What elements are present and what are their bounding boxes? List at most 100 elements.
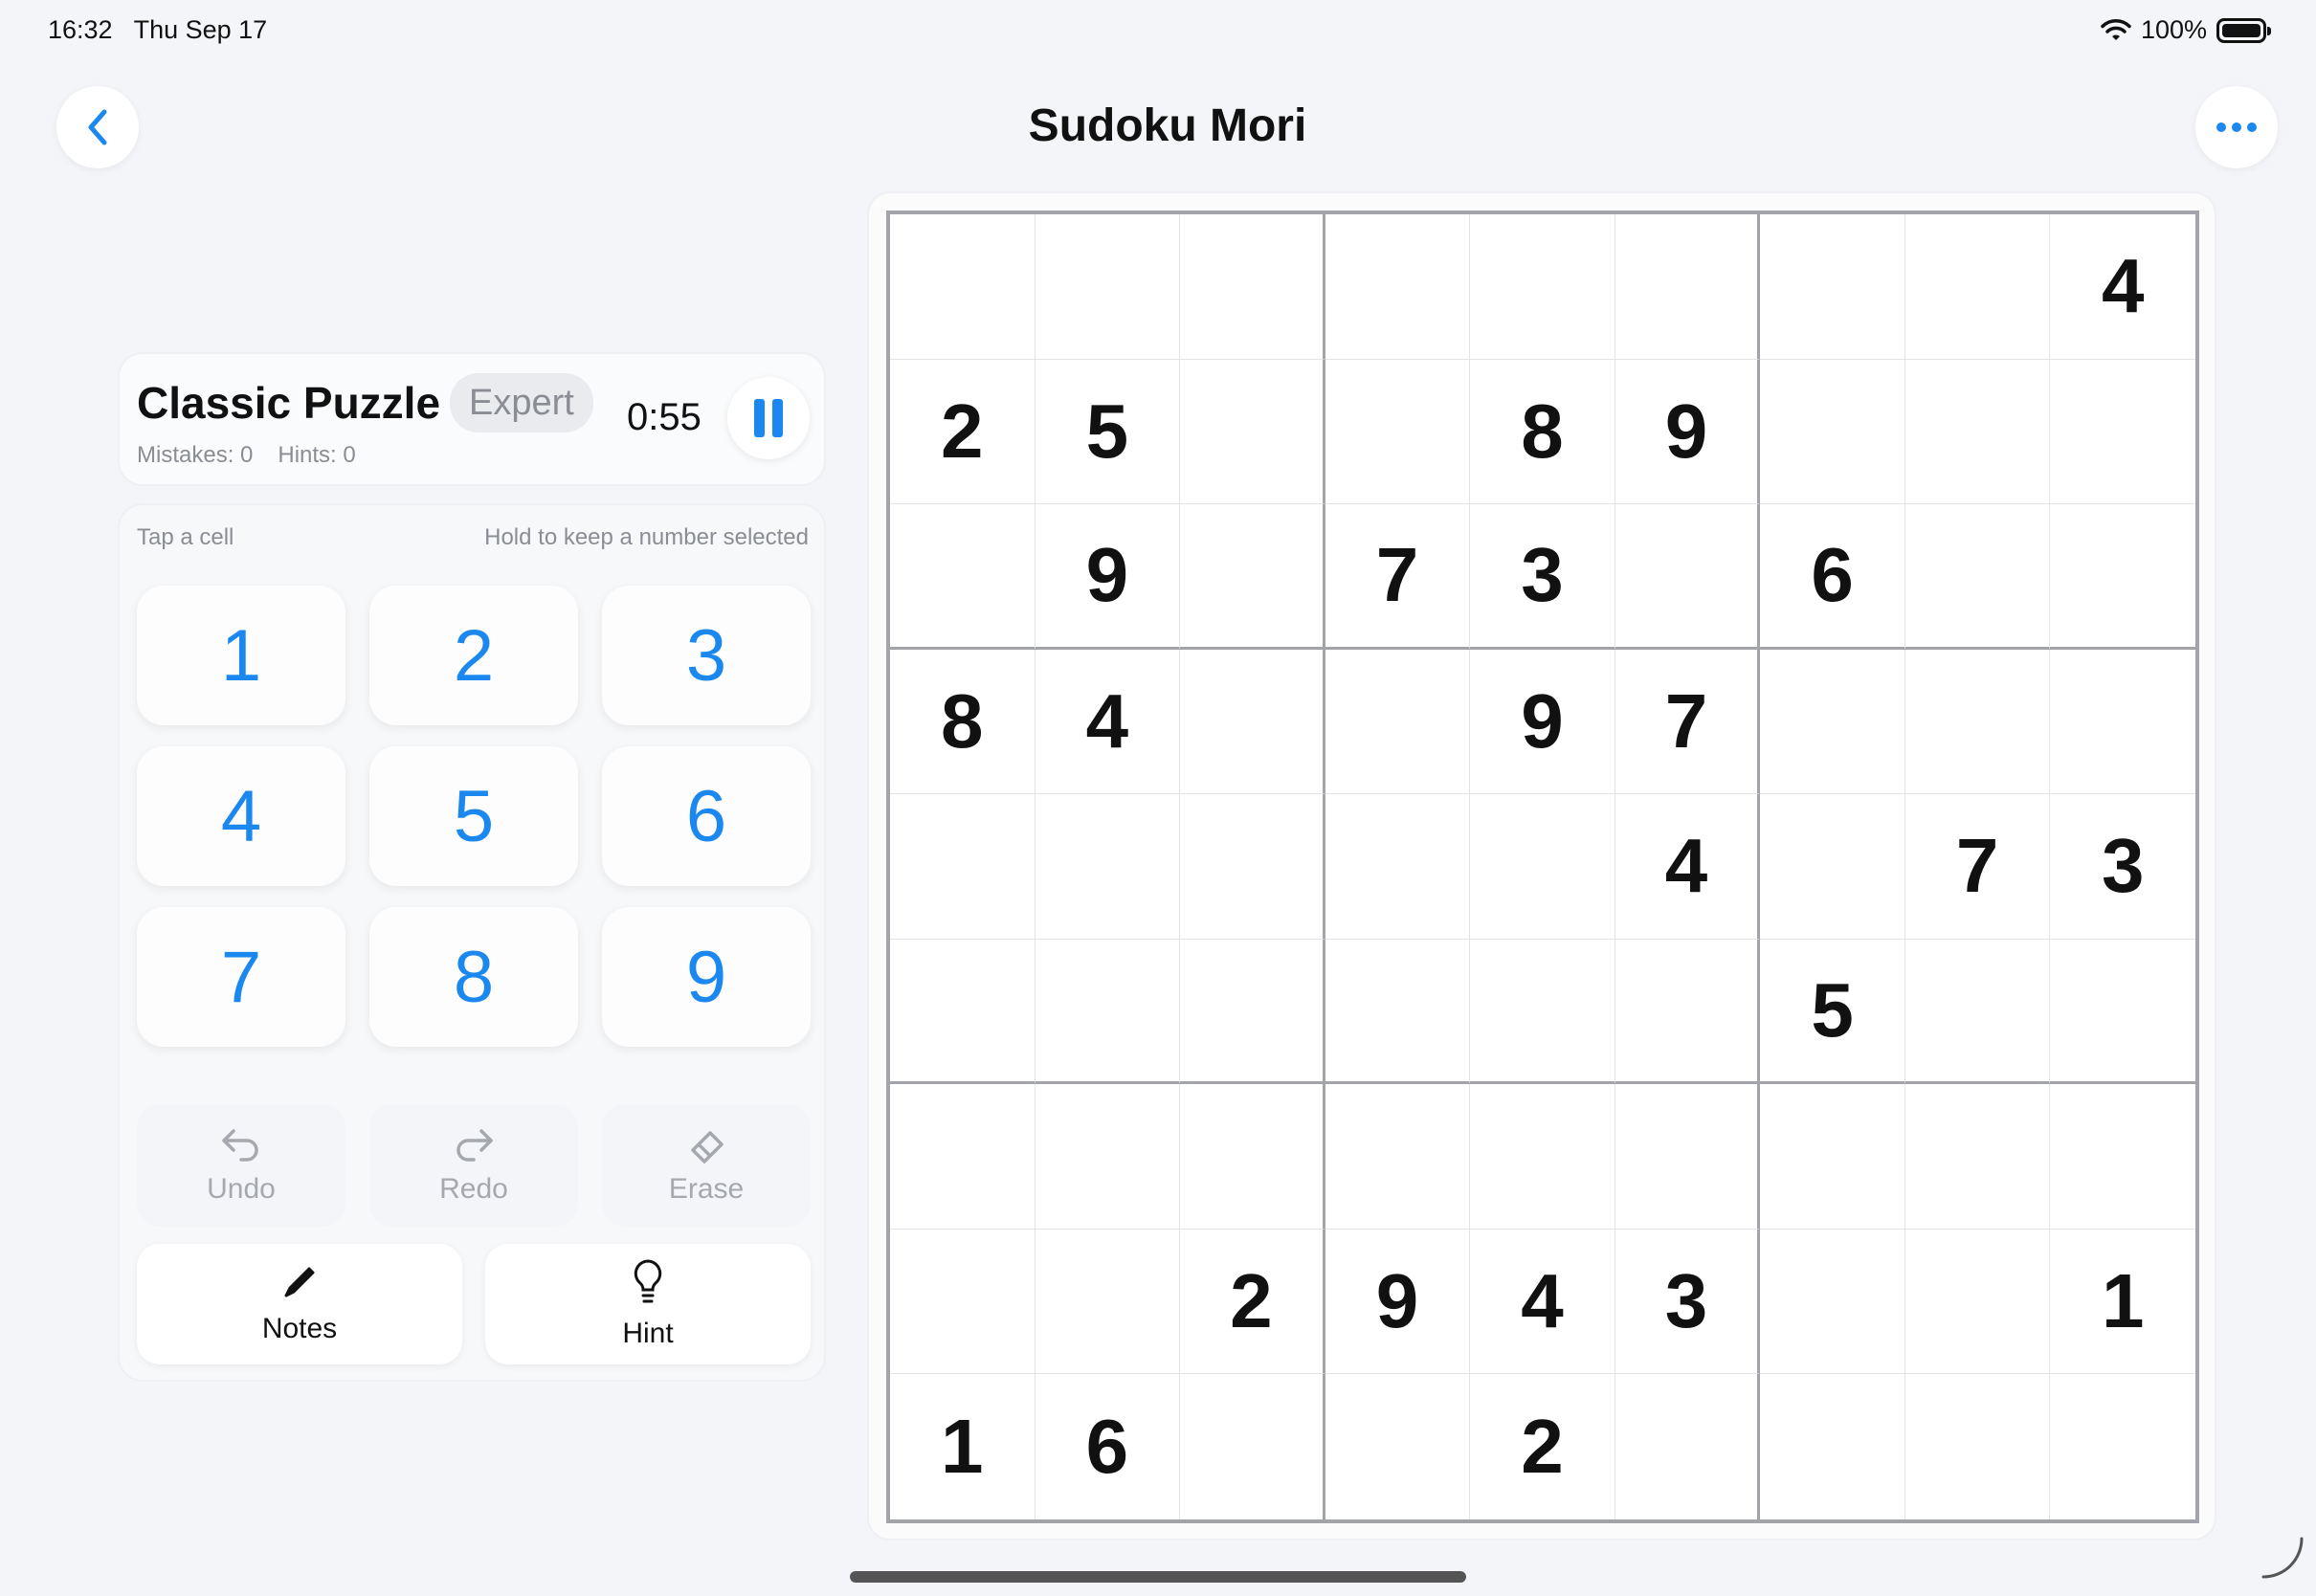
hint-button[interactable]: Hint	[485, 1244, 811, 1364]
sudoku-cell-r5c9[interactable]: 3	[2050, 794, 2195, 940]
sudoku-cell-r2c7[interactable]	[1760, 359, 1905, 505]
sudoku-cell-r6c5[interactable]	[1470, 939, 1615, 1085]
number-button-4[interactable]: 4	[137, 746, 345, 886]
sudoku-cell-r7c6[interactable]	[1615, 1084, 1761, 1230]
sudoku-cell-r9c1[interactable]: 1	[890, 1374, 1036, 1519]
sudoku-cell-r3c4[interactable]: 7	[1325, 504, 1471, 650]
sudoku-cell-r7c9[interactable]	[2050, 1084, 2195, 1230]
sudoku-cell-r8c8[interactable]	[1904, 1229, 2051, 1375]
sudoku-cell-r1c3[interactable]	[1180, 214, 1325, 360]
number-button-8[interactable]: 8	[369, 907, 578, 1047]
sudoku-cell-r1c4[interactable]	[1325, 214, 1471, 360]
sudoku-cell-r2c2[interactable]: 5	[1035, 359, 1181, 505]
sudoku-cell-r3c9[interactable]	[2050, 504, 2195, 650]
sudoku-cell-r2c1[interactable]: 2	[890, 359, 1036, 505]
sudoku-cell-r1c1[interactable]	[890, 214, 1036, 360]
number-button-1[interactable]: 1	[137, 586, 345, 725]
sudoku-cell-r4c7[interactable]	[1760, 649, 1905, 795]
sudoku-cell-r8c4[interactable]: 9	[1325, 1229, 1471, 1375]
sudoku-cell-r8c1[interactable]	[890, 1229, 1036, 1375]
sudoku-cell-r7c5[interactable]	[1470, 1084, 1615, 1230]
number-button-2[interactable]: 2	[369, 586, 578, 725]
more-options-button[interactable]	[2195, 86, 2278, 168]
sudoku-cell-r4c6[interactable]: 7	[1615, 649, 1761, 795]
sudoku-cell-r9c3[interactable]	[1180, 1374, 1325, 1519]
sudoku-cell-r7c1[interactable]	[890, 1084, 1036, 1230]
sudoku-cell-r4c1[interactable]: 8	[890, 649, 1036, 795]
sudoku-cell-r2c8[interactable]	[1904, 359, 2051, 505]
sudoku-cell-r4c8[interactable]	[1904, 649, 2051, 795]
sudoku-cell-r4c3[interactable]	[1180, 649, 1325, 795]
sudoku-cell-r6c9[interactable]	[2050, 940, 2195, 1085]
sudoku-cell-r8c3[interactable]: 2	[1180, 1229, 1325, 1375]
sudoku-cell-r7c2[interactable]	[1035, 1084, 1181, 1230]
sudoku-cell-r6c1[interactable]	[890, 939, 1036, 1085]
sudoku-cell-r4c5[interactable]: 9	[1470, 649, 1615, 795]
sudoku-cell-r8c5[interactable]: 4	[1470, 1229, 1615, 1375]
sudoku-cell-r6c8[interactable]	[1904, 939, 2051, 1085]
sudoku-cell-r5c6[interactable]: 4	[1615, 794, 1761, 940]
sudoku-cell-r5c2[interactable]	[1035, 794, 1181, 940]
number-button-7[interactable]: 7	[137, 907, 345, 1047]
sudoku-cell-r4c2[interactable]: 4	[1035, 649, 1181, 795]
number-button-9[interactable]: 9	[602, 907, 811, 1047]
sudoku-cell-r1c5[interactable]	[1470, 214, 1615, 360]
sudoku-cell-r3c6[interactable]	[1615, 504, 1761, 650]
sudoku-cell-r6c6[interactable]	[1615, 939, 1761, 1085]
sudoku-cell-r1c8[interactable]	[1904, 214, 2051, 360]
sudoku-cell-r7c8[interactable]	[1904, 1084, 2051, 1230]
sudoku-cell-r8c9[interactable]: 1	[2050, 1230, 2195, 1375]
sudoku-cell-r5c7[interactable]	[1760, 794, 1905, 940]
sudoku-cell-r7c7[interactable]	[1760, 1084, 1905, 1230]
sudoku-cell-r5c4[interactable]	[1325, 794, 1471, 940]
sudoku-cell-r7c3[interactable]	[1180, 1084, 1325, 1230]
sudoku-board-container: 4258997368497473529431162	[867, 191, 2216, 1541]
erase-button[interactable]: Erase	[602, 1104, 811, 1227]
sudoku-cell-r3c7[interactable]: 6	[1760, 504, 1905, 650]
sudoku-cell-r9c8[interactable]	[1905, 1374, 2051, 1519]
sudoku-cell-r5c5[interactable]	[1470, 794, 1615, 940]
sudoku-cell-r9c2[interactable]: 6	[1036, 1374, 1181, 1519]
sudoku-cell-r5c3[interactable]	[1180, 794, 1325, 940]
number-button-5[interactable]: 5	[369, 746, 578, 886]
sudoku-cell-r1c2[interactable]	[1035, 214, 1181, 360]
sudoku-cell-r3c1[interactable]	[890, 504, 1036, 650]
hints-count: Hints: 0	[278, 442, 356, 468]
undo-button[interactable]: Undo	[137, 1104, 345, 1227]
sudoku-cell-r9c9[interactable]	[2050, 1374, 2195, 1519]
sudoku-cell-r1c6[interactable]	[1615, 214, 1761, 360]
sudoku-cell-r2c4[interactable]	[1325, 359, 1471, 505]
sudoku-cell-r6c3[interactable]	[1180, 939, 1325, 1085]
sudoku-cell-r8c7[interactable]	[1760, 1229, 1905, 1375]
sudoku-cell-r3c3[interactable]	[1180, 504, 1325, 650]
redo-button[interactable]: Redo	[369, 1104, 578, 1227]
sudoku-cell-r3c5[interactable]: 3	[1470, 504, 1615, 650]
sudoku-cell-r9c4[interactable]	[1325, 1374, 1471, 1519]
sudoku-cell-r9c7[interactable]	[1760, 1374, 1905, 1519]
sudoku-cell-r1c9[interactable]: 4	[2050, 214, 2195, 360]
sudoku-cell-r6c4[interactable]	[1325, 939, 1471, 1085]
number-button-3[interactable]: 3	[602, 586, 811, 725]
number-button-6[interactable]: 6	[602, 746, 811, 886]
home-indicator[interactable]	[850, 1571, 1466, 1583]
notes-button[interactable]: Notes	[137, 1244, 462, 1364]
sudoku-cell-r2c3[interactable]	[1180, 359, 1325, 505]
sudoku-cell-r6c2[interactable]	[1035, 939, 1181, 1085]
sudoku-cell-r4c4[interactable]	[1325, 649, 1471, 795]
sudoku-cell-r5c1[interactable]	[890, 794, 1036, 940]
sudoku-cell-r4c9[interactable]	[2050, 650, 2195, 795]
sudoku-cell-r9c6[interactable]	[1615, 1374, 1761, 1519]
sudoku-cell-r3c8[interactable]	[1904, 504, 2051, 650]
sudoku-cell-r8c2[interactable]	[1035, 1229, 1181, 1375]
sudoku-cell-r2c6[interactable]: 9	[1615, 359, 1761, 505]
sudoku-cell-r7c4[interactable]	[1325, 1084, 1471, 1230]
sudoku-cell-r2c9[interactable]	[2050, 360, 2195, 505]
sudoku-cell-r5c8[interactable]: 7	[1904, 794, 2051, 940]
sudoku-cell-r1c7[interactable]	[1760, 214, 1905, 360]
sudoku-cell-r3c2[interactable]: 9	[1035, 504, 1181, 650]
pause-button[interactable]	[727, 377, 810, 459]
sudoku-cell-r8c6[interactable]: 3	[1615, 1229, 1761, 1375]
sudoku-cell-r9c5[interactable]: 2	[1470, 1374, 1615, 1519]
sudoku-cell-r2c5[interactable]: 8	[1470, 359, 1615, 505]
sudoku-cell-r6c7[interactable]: 5	[1760, 939, 1905, 1085]
